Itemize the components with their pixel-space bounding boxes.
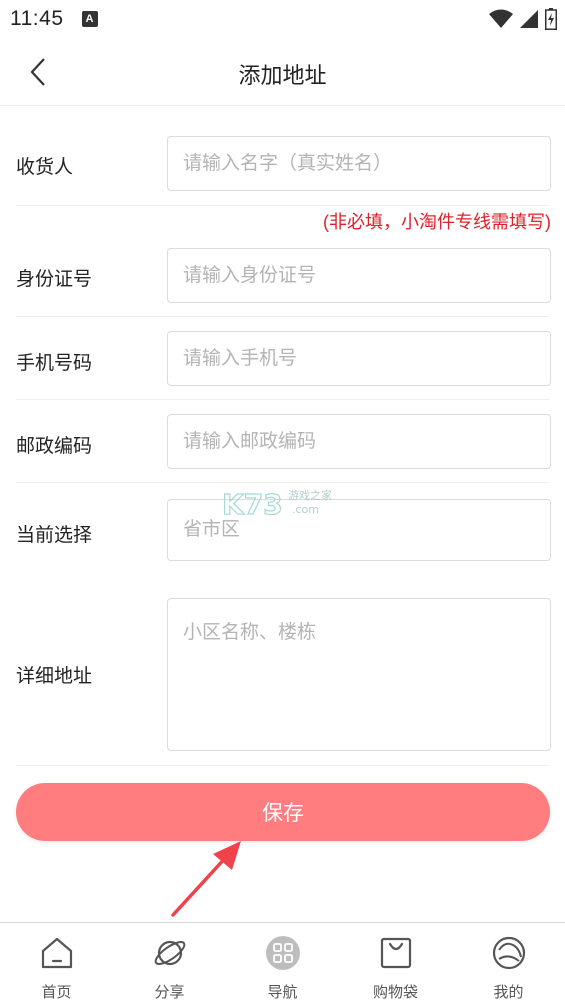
status-bar: 11:45 A xyxy=(0,0,565,38)
wifi-icon xyxy=(489,9,513,28)
phone-label: 手机号码 xyxy=(16,353,93,374)
chevron-left-icon xyxy=(30,58,45,86)
form-row-detail: 详细地址 xyxy=(16,579,551,766)
home-icon xyxy=(39,935,75,971)
postal-input[interactable] xyxy=(167,414,551,469)
annotation-arrow xyxy=(171,841,241,917)
tab-home-label: 首页 xyxy=(41,984,72,1001)
recipient-input[interactable] xyxy=(167,136,551,191)
tab-navigation[interactable]: 导航 xyxy=(226,923,339,1004)
phone-input[interactable] xyxy=(167,331,551,386)
form-row-phone: 手机号码 xyxy=(16,317,551,400)
planet-icon xyxy=(152,935,188,971)
form-row-id: 身份证号 xyxy=(16,206,551,317)
profile-icon xyxy=(491,935,527,971)
signal-icon xyxy=(520,10,538,28)
back-button[interactable] xyxy=(18,52,58,92)
detail-label: 详细地址 xyxy=(16,666,93,687)
form-row-recipient: 收货人 xyxy=(16,106,551,206)
watermark-domain: .com xyxy=(292,503,319,516)
tab-bag-label: 购物袋 xyxy=(372,984,418,1001)
watermark-logo-mark: K73 游戏之家 .com xyxy=(221,487,332,521)
tab-navigation-label: 导航 xyxy=(267,984,298,1001)
watermark-tagline: 游戏之家 xyxy=(288,488,332,502)
form-row-postal: 邮政编码 xyxy=(16,400,551,483)
id-number-label: 身份证号 xyxy=(16,269,93,290)
grid-icon xyxy=(265,935,301,971)
region-label: 当前选择 xyxy=(16,525,93,546)
save-button[interactable]: 保存 xyxy=(16,783,550,841)
tab-home[interactable]: 首页 xyxy=(0,923,113,1004)
id-number-input[interactable] xyxy=(167,248,551,303)
notification-a-icon: A xyxy=(81,11,98,27)
tab-share-label: 分享 xyxy=(154,984,185,1001)
status-time: 11:45 xyxy=(10,7,64,30)
tab-share[interactable]: 分享 xyxy=(113,923,226,1004)
watermark-logo: K73 游戏之家 .com xyxy=(221,486,352,525)
tab-bag[interactable]: 购物袋 xyxy=(339,923,452,1004)
page-title: 添加地址 xyxy=(238,63,327,88)
detail-textarea[interactable] xyxy=(167,598,551,751)
watermark-logo-text: K73 xyxy=(222,488,283,520)
recipient-label: 收货人 xyxy=(16,157,74,178)
battery-icon xyxy=(545,8,557,30)
status-icons xyxy=(489,8,557,30)
postal-label: 邮政编码 xyxy=(16,436,93,457)
nav-bar: 添加地址 xyxy=(0,38,565,106)
shopping-bag-icon xyxy=(378,935,414,971)
tab-bar: 首页 分享 导航 购物袋 我的 xyxy=(0,922,565,1004)
tab-profile-label: 我的 xyxy=(493,984,524,1001)
tab-profile[interactable]: 我的 xyxy=(452,923,565,1004)
